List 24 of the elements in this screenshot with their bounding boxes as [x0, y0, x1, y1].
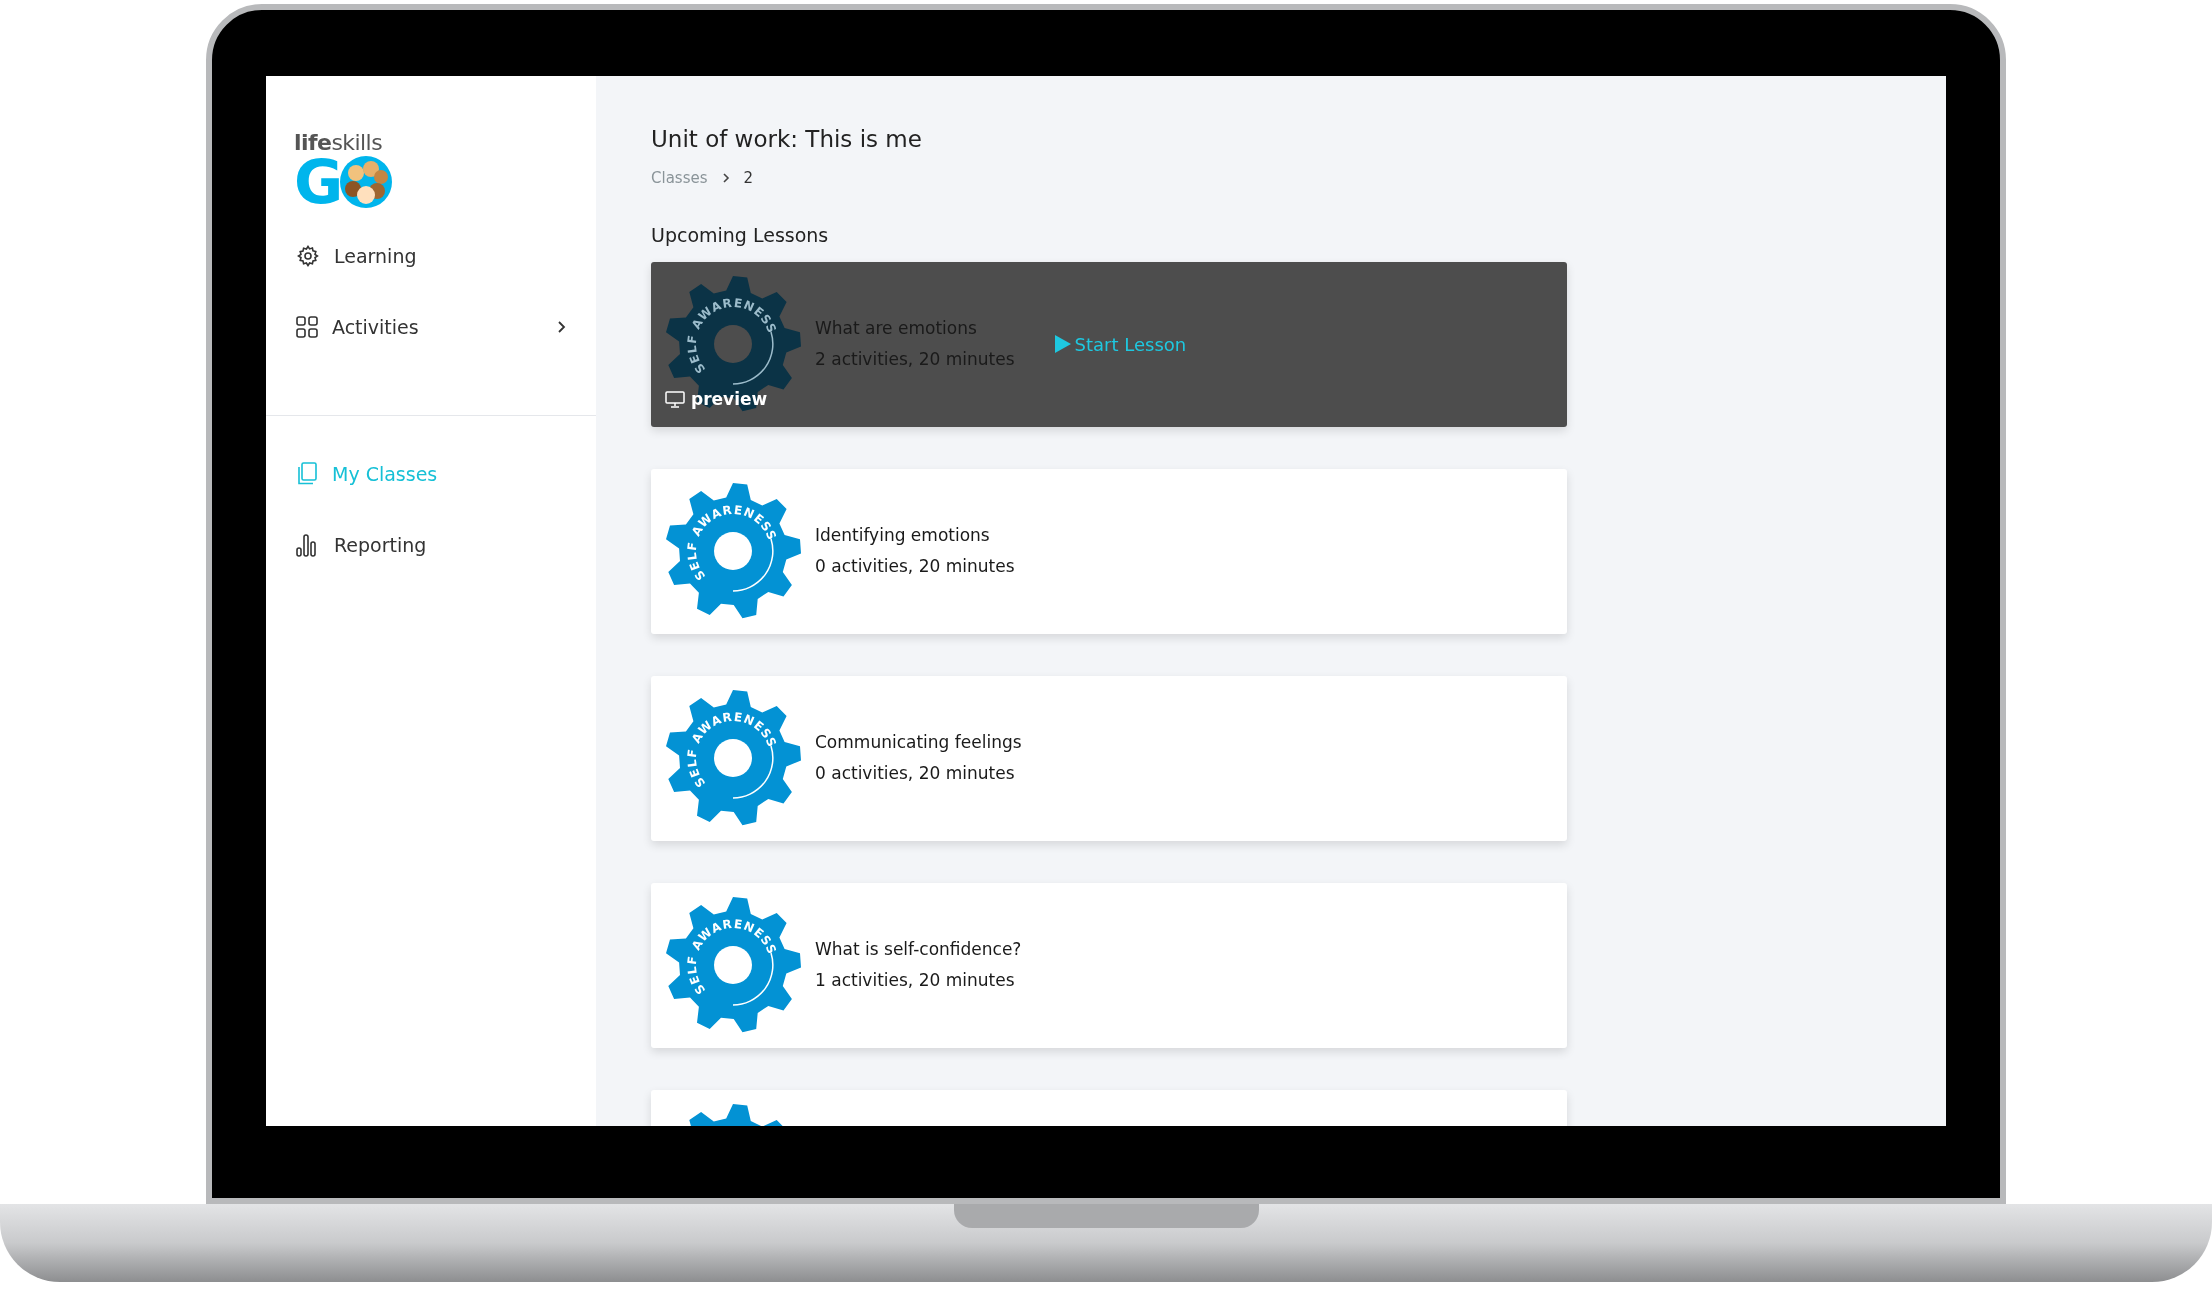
- logo-letter: G: [294, 152, 344, 212]
- nav-item[interactable]: Learning: [266, 242, 596, 271]
- nav-item[interactable]: Reporting: [266, 530, 596, 559]
- chevron-right-icon: [721, 171, 730, 184]
- chevron-right-icon: [557, 319, 566, 334]
- nav-item[interactable]: Activities: [266, 312, 596, 341]
- monitor-icon: [665, 391, 685, 409]
- lesson-title: Identifying emotions: [815, 523, 991, 547]
- lesson-title: Communicating feelings: [815, 730, 1022, 754]
- logo-wordmark: lifeskills: [294, 132, 383, 154]
- play-icon: [1054, 335, 1071, 353]
- lesson-meta: 0 activities, 20 minutes: [815, 762, 1016, 785]
- grid-icon: [296, 315, 318, 338]
- lesson-title: What is self-confidence?: [815, 937, 1022, 961]
- lesson-meta: 0 activities, 20 minutes: [815, 555, 1015, 578]
- preview-link[interactable]: preview: [665, 387, 768, 413]
- start-lesson-link[interactable]: Start Lesson: [1054, 330, 1187, 358]
- logo-kids-drawing: [339, 155, 394, 209]
- page-title: Unit of work: This is me: [651, 125, 922, 154]
- section-title: Upcoming Lessons: [651, 223, 829, 248]
- settings-icon: [296, 244, 320, 269]
- copy-icon: [296, 462, 318, 487]
- lesson-meta: 1 activities, 20 minutes: [815, 969, 1016, 992]
- breadcrumb-item: 2: [743, 167, 754, 189]
